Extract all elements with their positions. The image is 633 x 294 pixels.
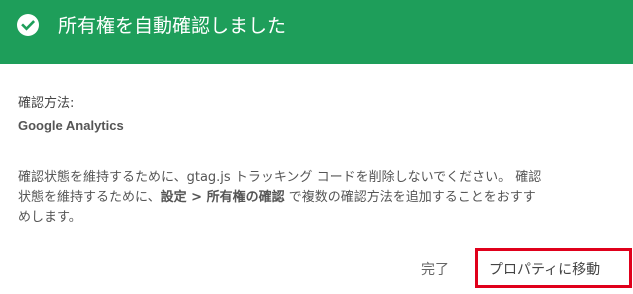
settings-path-text: 設定 > 所有権の確認 [160,190,285,205]
dialog-title: 所有権を自動確認しました [58,15,287,37]
go-to-property-highlight: プロパティに移動 [475,248,632,288]
check-circle-icon [17,14,39,36]
description-line-2: 状態を維持するために、設定 > 所有権の確認 で複数の確認方法を追加することをお… [18,188,618,208]
dialog-header: 所有権を自動確認しました [0,0,633,64]
description-line-3: めします。 [18,210,82,225]
go-to-property-button[interactable]: プロパティに移動 [489,259,600,279]
verification-method-label: 確認方法: [18,96,75,111]
description-text: 確認状態を維持するために、gtag.js トラッキング コードを削除しないでくだ… [18,168,618,228]
description-line-1: 確認状態を維持するために、gtag.js トラッキング コードを削除しないでくだ… [18,170,542,185]
description-line-2-prefix: 状態を維持するために、 [18,190,161,205]
description-line-2-suffix: で複数の確認方法を追加することをおすす [284,190,536,205]
verification-dialog: 所有権を自動確認しました 確認方法: Google Analytics 確認状態… [0,0,633,294]
done-button[interactable]: 完了 [421,259,449,279]
verification-method-value: Google Analytics [18,118,124,133]
